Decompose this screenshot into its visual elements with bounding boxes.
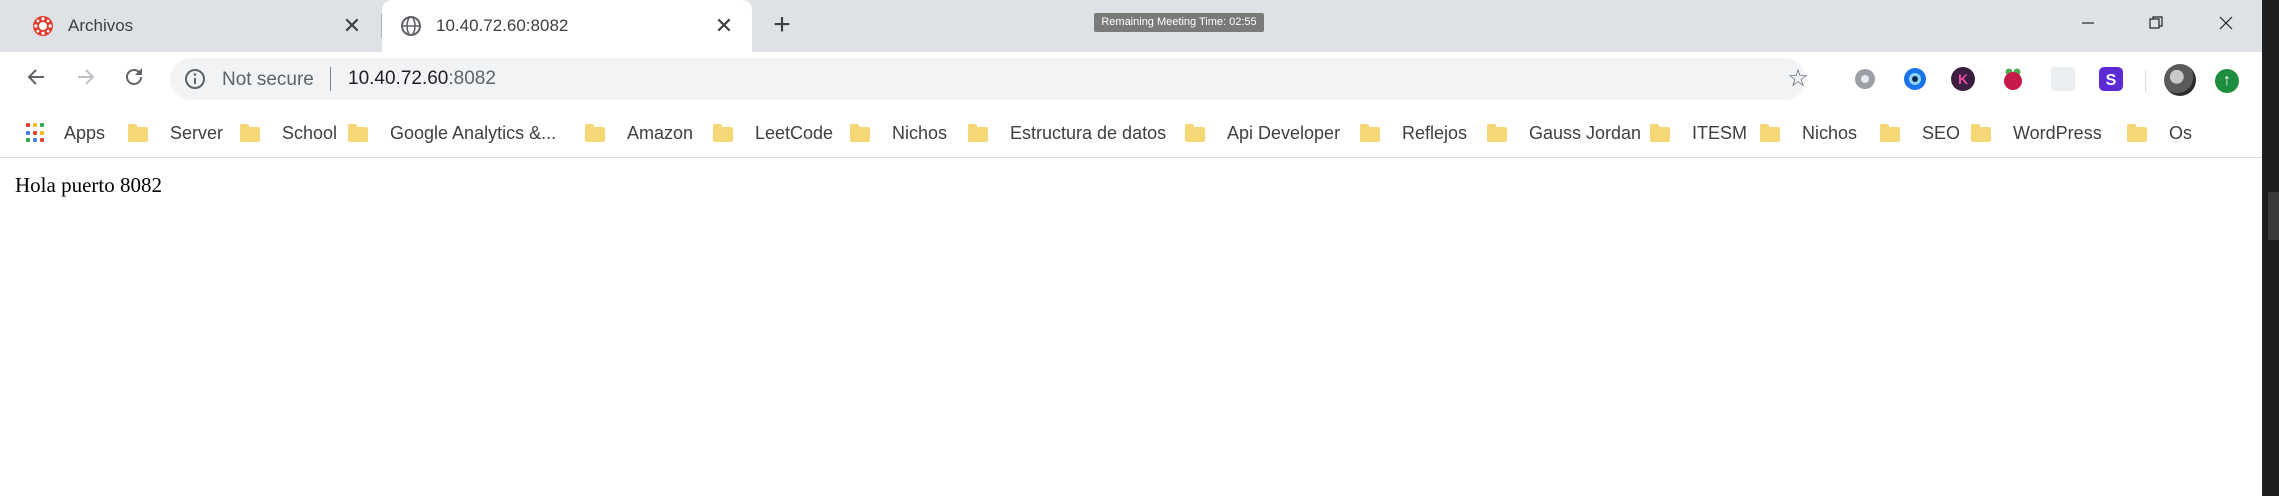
- screen-edge: [2262, 0, 2279, 496]
- bookmark-folder[interactable]: Server: [128, 118, 223, 148]
- folder-icon: [585, 124, 605, 142]
- bookmark-folder[interactable]: Api Developer: [1185, 118, 1340, 148]
- bookmark-folder[interactable]: Reflejos: [1360, 118, 1467, 148]
- bookmark-folder[interactable]: Google Analytics &...: [348, 118, 556, 148]
- k-extension-icon[interactable]: K: [1950, 66, 1976, 92]
- tab-localhost[interactable]: 10.40.72.60:8082 ✕: [382, 0, 752, 52]
- bookmark-label: Apps: [64, 122, 106, 143]
- toolbar-divider: [2145, 70, 2146, 92]
- forward-arrow-icon: [78, 69, 95, 85]
- folder-icon: [850, 124, 870, 142]
- bookmark-folder[interactable]: Gauss Jordan: [1487, 118, 1641, 148]
- meeting-timer-badge: Remaining Meeting Time: 02:55: [1094, 13, 1264, 32]
- folder-icon: [713, 124, 733, 142]
- bookmark-label: LeetCode: [755, 122, 834, 143]
- folder-icon: [1971, 124, 1991, 142]
- folder-icon: [968, 124, 988, 142]
- info-icon[interactable]: [184, 68, 206, 90]
- close-icon: [2219, 16, 2233, 30]
- globe-icon: [401, 16, 421, 36]
- close-tab-icon[interactable]: ✕: [340, 14, 364, 38]
- bookmark-folder[interactable]: LeetCode: [713, 118, 833, 148]
- blank-extension-icon[interactable]: [2050, 66, 2076, 92]
- s-extension-icon[interactable]: S: [2098, 66, 2124, 92]
- page-text: Hola puerto 8082: [15, 173, 162, 197]
- bookmark-folder[interactable]: Amazon: [585, 118, 693, 148]
- bookmark-folder[interactable]: WordPress: [1971, 118, 2102, 148]
- bookmark-label: Nichos: [1802, 122, 1858, 143]
- raspberry-extension-icon[interactable]: [2000, 66, 2026, 92]
- folder-icon: [1880, 124, 1900, 142]
- tab-archivos[interactable]: Archivos ✕: [14, 0, 380, 52]
- omnibox-divider: [330, 67, 331, 91]
- bookmark-label: ITESM: [1692, 122, 1748, 143]
- bookmark-folder[interactable]: ITESM: [1650, 118, 1747, 148]
- bookmark-label: Amazon: [627, 122, 694, 143]
- folder-icon: [1487, 124, 1507, 142]
- gear-extension-icon[interactable]: [1852, 66, 1878, 92]
- folder-icon: [1360, 124, 1380, 142]
- update-arrow-icon[interactable]: ↑: [2215, 69, 2239, 93]
- canvas-logo-icon: [33, 16, 53, 36]
- bookmark-label: Google Analytics &...: [390, 122, 557, 143]
- tab-label: 10.40.72.60:8082: [436, 16, 569, 35]
- back-button[interactable]: [22, 66, 50, 94]
- bookmark-star-icon[interactable]: ☆: [1786, 67, 1810, 91]
- restore-button[interactable]: [2136, 8, 2176, 40]
- close-window-button[interactable]: [2206, 8, 2246, 40]
- bookmark-label: Api Developer: [1227, 122, 1341, 143]
- browser-window: Archivos ✕ 10.40.72.60:8082 ✕ + Remainin…: [0, 0, 2262, 496]
- bookmark-label: Os: [2169, 122, 2193, 143]
- bookmark-folder[interactable]: School: [240, 118, 337, 148]
- folder-icon: [128, 124, 148, 142]
- bookmark-label: WordPress: [2013, 122, 2102, 143]
- forward-button[interactable]: [72, 66, 100, 94]
- bookmark-folder[interactable]: Estructura de datos: [968, 118, 1166, 148]
- bookmarks-bar: Apps Server School Google Analytics &...…: [0, 108, 2262, 158]
- security-status-label[interactable]: Not secure: [222, 69, 314, 91]
- folder-icon: [240, 124, 260, 142]
- bookmark-folder[interactable]: Nichos: [1760, 118, 1857, 148]
- tab-strip: Archivos ✕ 10.40.72.60:8082 ✕ + Remainin…: [0, 0, 2262, 52]
- folder-icon: [1760, 124, 1780, 142]
- restore-icon: [2149, 16, 2163, 29]
- bookmark-folder[interactable]: Nichos: [850, 118, 947, 148]
- bookmark-label: Gauss Jordan: [1529, 122, 1642, 143]
- page-content: Hola puerto 8082: [0, 159, 2262, 496]
- browser-toolbar: Not secure 10.40.72.60:8082 ☆ K S ↑: [0, 52, 2262, 108]
- scrollbar-thumb[interactable]: [2268, 192, 2279, 240]
- tab-label: Archivos: [68, 16, 134, 35]
- folder-icon: [2127, 124, 2147, 142]
- bookmark-apps[interactable]: Apps: [26, 118, 105, 148]
- url-text[interactable]: 10.40.72.60:8082: [348, 68, 496, 90]
- close-tab-icon[interactable]: ✕: [712, 14, 736, 38]
- bookmark-label: Estructura de datos: [1010, 122, 1167, 143]
- url-host: 10.40.72.60: [348, 68, 449, 89]
- reload-button[interactable]: [120, 66, 148, 94]
- minimize-button[interactable]: [2068, 8, 2108, 40]
- folder-icon: [1650, 124, 1670, 142]
- minimize-icon: [2082, 22, 2094, 24]
- bookmark-folder[interactable]: Os: [2127, 118, 2192, 148]
- new-tab-button[interactable]: +: [768, 10, 796, 40]
- svg-text:S: S: [2106, 72, 2117, 89]
- bookmark-label: Nichos: [892, 122, 948, 143]
- bookmark-folder[interactable]: SEO: [1880, 118, 1960, 148]
- profile-avatar[interactable]: [2164, 64, 2196, 96]
- apps-grid-icon: [26, 123, 46, 143]
- eye-extension-icon[interactable]: [1902, 66, 1928, 92]
- bookmark-label: Reflejos: [1402, 122, 1468, 143]
- back-arrow-icon: [27, 69, 44, 85]
- bookmark-label: School: [282, 122, 338, 143]
- reload-icon: [126, 68, 142, 85]
- folder-icon: [1185, 124, 1205, 142]
- bookmark-label: Server: [170, 122, 224, 143]
- folder-icon: [348, 124, 368, 142]
- svg-text:K: K: [1958, 71, 1968, 87]
- bookmark-label: SEO: [1922, 122, 1961, 143]
- url-port: :8082: [448, 68, 496, 89]
- address-bar[interactable]: Not secure 10.40.72.60:8082 ☆: [170, 58, 1809, 100]
